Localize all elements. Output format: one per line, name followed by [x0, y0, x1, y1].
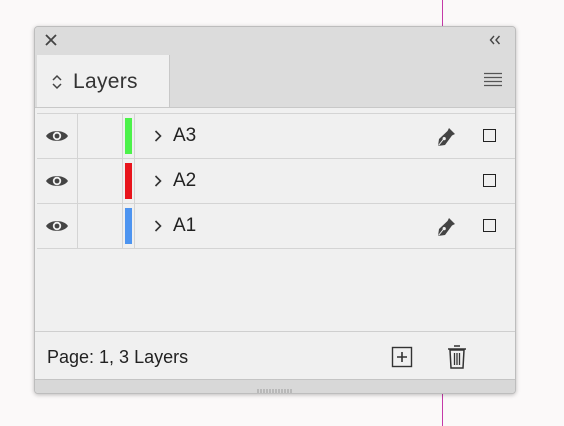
resize-bar	[35, 379, 515, 393]
close-icon[interactable]	[43, 32, 59, 48]
eye-icon	[46, 176, 68, 186]
lock-toggle[interactable]	[78, 204, 123, 248]
layer-color-swatch	[125, 163, 132, 199]
panel-titlebar	[35, 27, 515, 54]
lock-toggle[interactable]	[78, 159, 123, 203]
chevron-right-icon[interactable]	[153, 128, 163, 144]
layer-row[interactable]: A3	[37, 113, 515, 159]
layer-row[interactable]: A1	[37, 204, 515, 249]
visibility-toggle[interactable]	[37, 114, 78, 158]
layer-color-swatch	[125, 118, 132, 154]
eye-icon	[46, 221, 68, 231]
layers-panel: Layers A3 A2 A1 Page: 1, 3 Layers	[34, 26, 516, 394]
panel-footer: Page: 1, 3 Layers	[35, 331, 515, 380]
resize-grip-icon[interactable]	[257, 383, 295, 393]
layer-name: A1	[173, 215, 197, 236]
delete-layer-icon[interactable]	[445, 344, 469, 370]
guide-line-bottom	[442, 394, 443, 426]
layer-name: A3	[173, 125, 197, 146]
swatch-divider	[134, 204, 135, 248]
chevron-right-icon[interactable]	[153, 218, 163, 234]
layer-target-square[interactable]	[483, 129, 496, 142]
panel-menu-icon[interactable]	[483, 71, 503, 87]
layer-list: A3 A2 A1	[37, 113, 515, 249]
layer-target-square[interactable]	[483, 219, 496, 232]
tab-toggle-icon[interactable]	[51, 73, 63, 91]
layer-color-swatch	[125, 208, 132, 244]
pen-icon[interactable]	[435, 216, 457, 238]
new-layer-icon[interactable]	[391, 346, 413, 368]
lock-toggle[interactable]	[78, 114, 123, 158]
tab-layers-label: Layers	[73, 70, 138, 93]
swatch-divider	[134, 159, 135, 203]
chevron-right-icon[interactable]	[153, 173, 163, 189]
status-text: Page: 1, 3 Layers	[47, 347, 189, 367]
guide-line-top	[442, 0, 443, 26]
layer-row[interactable]: A2	[37, 159, 515, 204]
visibility-toggle[interactable]	[37, 204, 78, 248]
collapse-panel-icon[interactable]	[487, 32, 503, 48]
visibility-toggle[interactable]	[37, 159, 78, 203]
pen-icon[interactable]	[435, 126, 457, 148]
tab-layers[interactable]: Layers	[37, 55, 170, 107]
eye-icon	[46, 131, 68, 141]
layer-name: A2	[173, 170, 197, 191]
swatch-divider	[134, 114, 135, 158]
panel-tabstrip: Layers	[35, 53, 515, 108]
layer-target-square[interactable]	[483, 174, 496, 187]
